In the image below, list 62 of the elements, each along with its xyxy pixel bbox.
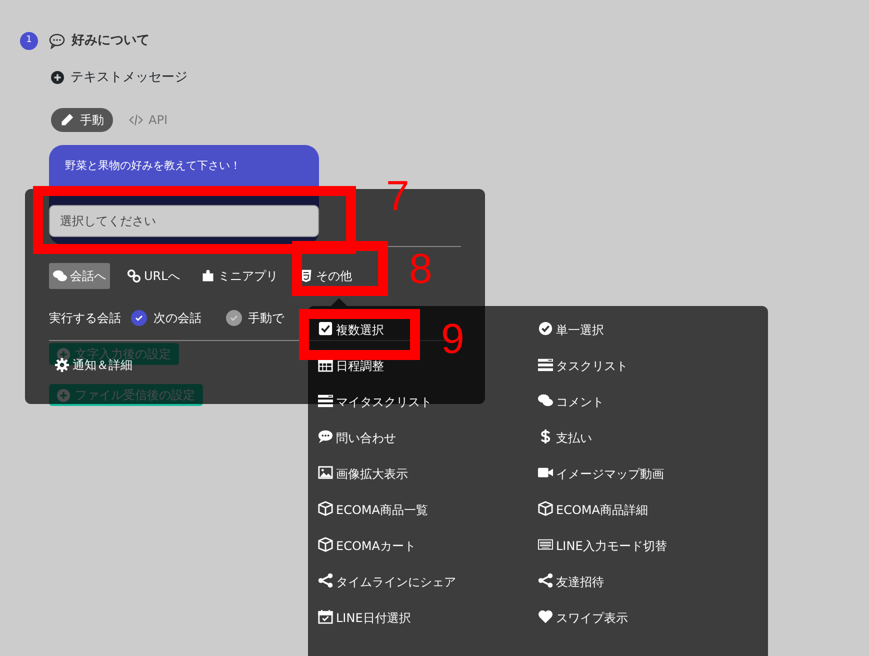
menu-item[interactable]: 画像拡大表示 <box>318 465 408 485</box>
annotation-number: 8 <box>409 248 432 290</box>
add-text-message-button[interactable]: テキストメッセージ <box>51 68 188 87</box>
menu-item[interactable]: 支払い <box>538 429 592 449</box>
action-tab[interactable]: ミニアプリ <box>196 263 282 289</box>
radio-option[interactable]: 次の会話 <box>131 309 202 327</box>
menu-item[interactable]: ECOMA商品一覧 <box>318 501 428 521</box>
task-list-icon <box>538 357 553 372</box>
pencil-icon <box>60 113 74 127</box>
cube-icon <box>538 501 553 516</box>
step-title: 好みについて <box>72 32 150 50</box>
radio-button[interactable] <box>131 310 147 326</box>
menu-item[interactable]: ECOMAカート <box>318 537 416 557</box>
menu-item[interactable]: 日程調整 <box>318 357 384 377</box>
field-label: 実行する会話 <box>49 310 121 327</box>
action-tab[interactable]: URLへ <box>123 263 184 289</box>
video-camera-icon <box>538 465 553 480</box>
link-icon <box>127 269 141 283</box>
keyboard-icon <box>538 537 553 552</box>
action-tab[interactable]: その他 <box>294 263 356 289</box>
radio-option[interactable]: 手動で <box>226 309 284 327</box>
menu-item[interactable]: タスクリスト <box>538 357 628 377</box>
checkbox-icon <box>318 321 333 336</box>
share-icon <box>318 573 333 588</box>
puzzle-icon <box>200 269 215 283</box>
heart-icon <box>538 609 553 624</box>
menu-item[interactable]: 友達招待 <box>538 573 604 593</box>
menu-item[interactable]: タイムラインにシェア <box>318 573 456 593</box>
action-tab[interactable]: 会話へ <box>49 263 110 289</box>
plus-icon <box>51 70 64 84</box>
calendar-icon <box>318 357 333 372</box>
calendar-check-icon <box>318 609 333 624</box>
menu-item[interactable]: コメント <box>538 393 604 413</box>
radio-button[interactable] <box>226 310 242 326</box>
menu-item[interactable]: スワイプ表示 <box>538 609 628 629</box>
annotation-number: 9 <box>441 318 464 360</box>
share-icon <box>538 573 553 588</box>
cube-icon <box>318 537 333 552</box>
menu-item[interactable]: 複数選択 <box>318 321 384 341</box>
check-circle-icon <box>538 321 553 336</box>
mode-tab[interactable]: 手動 <box>51 108 113 132</box>
select-field[interactable]: 選択してください <box>49 205 319 237</box>
cube-icon <box>318 501 333 516</box>
speech-bubbles-icon <box>53 269 67 283</box>
menu-item[interactable]: LINE入力モード切替 <box>538 537 667 557</box>
menu-item[interactable]: 問い合わせ <box>318 429 396 449</box>
check-icon <box>134 313 144 323</box>
speech-bubbles-icon <box>538 393 553 408</box>
code-icon <box>128 113 142 127</box>
menu-item[interactable]: ECOMA商品詳細 <box>538 501 648 521</box>
gear-icon <box>55 358 69 372</box>
menu-item[interactable]: イメージマップ動画 <box>538 465 664 485</box>
dollar-icon <box>538 429 553 444</box>
task-list-icon <box>318 393 333 408</box>
speech-bubble-icon <box>318 429 333 444</box>
menu-item[interactable]: マイタスクリスト <box>318 393 432 413</box>
step-number: 1 <box>20 32 38 50</box>
image-icon <box>318 465 333 480</box>
menu-item[interactable]: 単一選択 <box>538 321 604 341</box>
chat-icon <box>49 32 65 49</box>
menu-item[interactable]: LINE日付選択 <box>318 609 411 629</box>
check-icon <box>228 313 238 323</box>
